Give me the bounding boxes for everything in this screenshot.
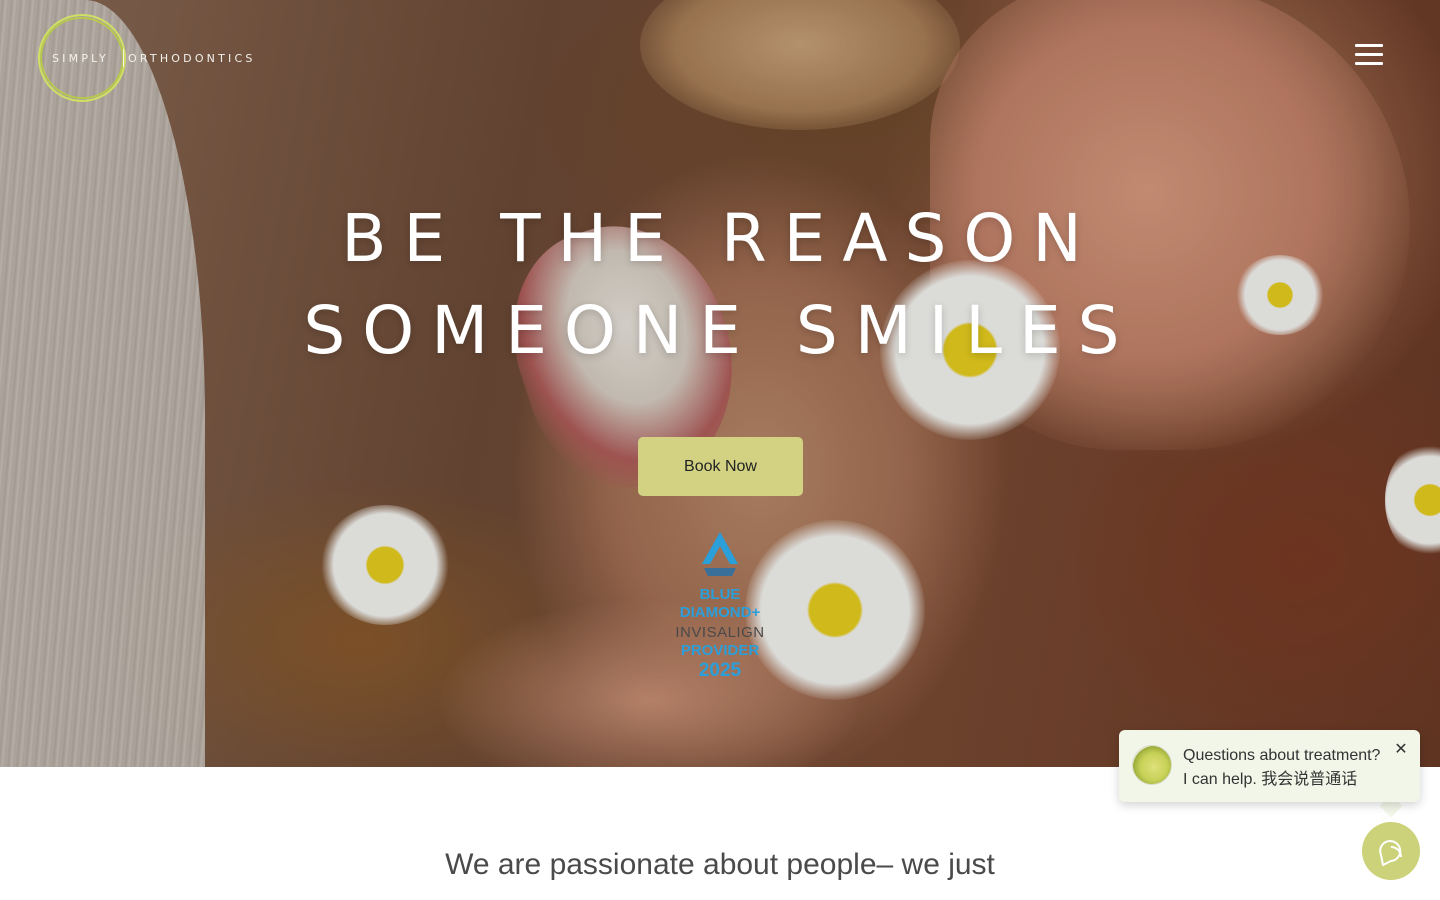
site-logo[interactable]: SIMPLY ORTHODONTICS — [28, 5, 258, 111]
chat-avatar — [1132, 745, 1172, 785]
hero-headline-line1: BE THE REASON — [341, 200, 1099, 277]
invisalign-diamond-icon — [702, 532, 738, 576]
badge-line-year: 2025 — [698, 660, 742, 681]
logo-word-simply: SIMPLY — [52, 52, 109, 65]
chat-prompt-text: Questions about treatment? I can help. 我… — [1183, 744, 1393, 792]
chat-prompt-line2: I can help. 我会说普通话 — [1183, 771, 1358, 788]
invisalign-provider-badge[interactable]: BLUE DIAMOND+ INVISALIGN PROVIDER 2025 — [660, 530, 780, 690]
badge-line-provider: PROVIDER — [680, 642, 760, 659]
close-icon[interactable]: ✕ — [1391, 740, 1411, 760]
badge-line-diamond: DIAMOND+ — [679, 604, 761, 621]
badge-line-blue: BLUE — [699, 586, 741, 603]
chat-prompt-line1: Questions about treatment? — [1183, 747, 1381, 764]
hamburger-icon[interactable] — [1355, 44, 1383, 66]
chat-prompt-bubble[interactable]: Questions about treatment? I can help. 我… — [1119, 730, 1420, 802]
badge-line-invisalign: INVISALIGN — [675, 624, 765, 641]
hero-headline-line2: SOMEONE SMILES — [303, 292, 1137, 369]
book-now-button[interactable]: Book Now — [638, 437, 803, 496]
intro-paragraph: We are passionate about people– we just — [445, 848, 995, 881]
logo-word-orthodontics: ORTHODONTICS — [128, 52, 256, 65]
logo-divider — [123, 49, 124, 67]
hero-section: SIMPLY ORTHODONTICS BE THE REASON SOMEON… — [0, 0, 1440, 767]
